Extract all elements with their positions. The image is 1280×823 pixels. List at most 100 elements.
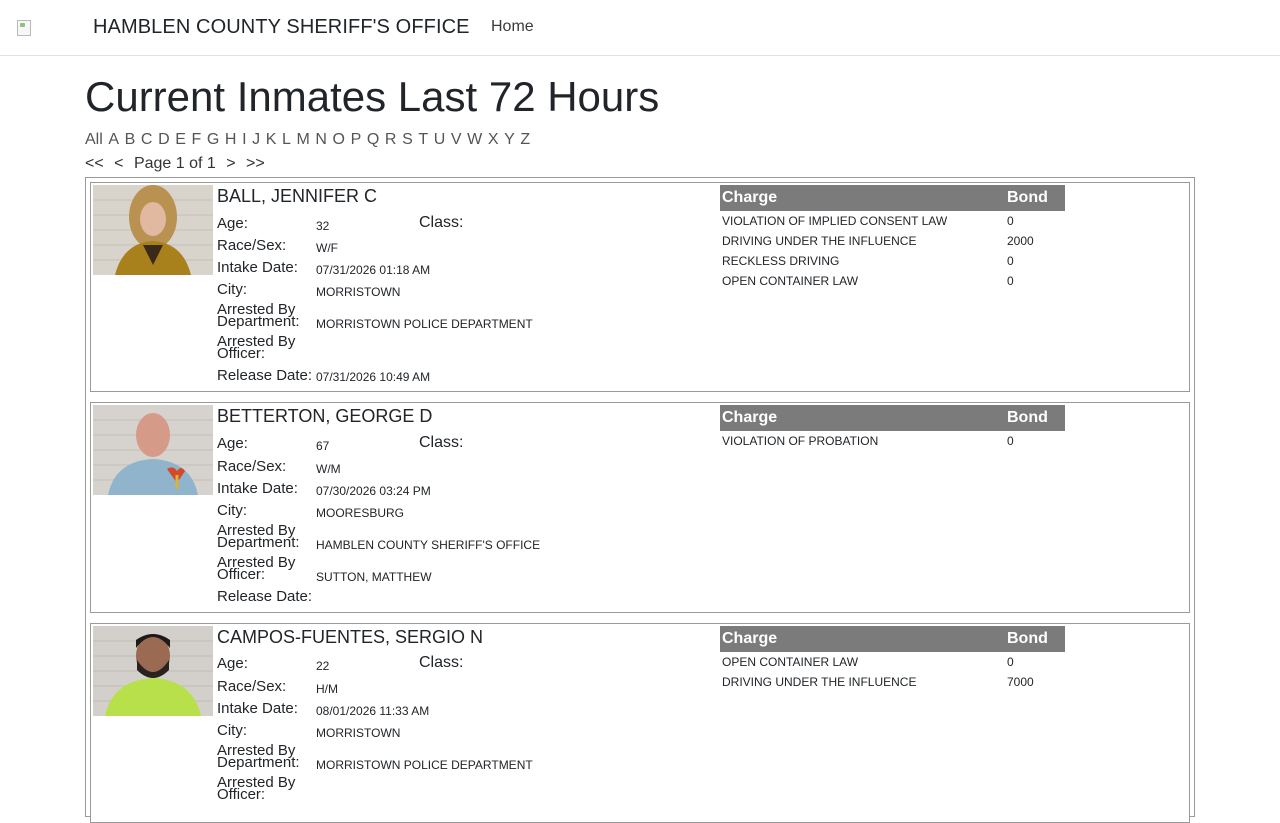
age-label: Age: [217, 435, 248, 452]
city-label: City: [217, 502, 247, 519]
inmate-mugshot-photo[interactable] [93, 185, 213, 275]
letter-filter: All A B C D E F G H I J K L M N O P Q R S T U V W X Y Z [85, 131, 536, 151]
charges-table: Charge Bond OPEN CONTAINER LAW 0 DRIVING… [720, 626, 1065, 692]
letter-filter-t[interactable]: T [418, 131, 428, 148]
inmate-name[interactable]: BETTERTON, GEORGE D [217, 406, 432, 427]
intake-date-value: 07/31/2026 01:18 AM [316, 263, 431, 277]
race-sex-value: H/M [316, 682, 338, 696]
charge-text: DRIVING UNDER THE INFLUENCE [722, 234, 917, 248]
broken-logo-image-icon[interactable] [17, 20, 31, 36]
letter-filter-e[interactable]: E [175, 131, 186, 148]
charge-row: DRIVING UNDER THE INFLUENCE 7000 [720, 672, 1065, 692]
bond-column-header: Bond [1007, 409, 1048, 426]
letter-filter-v[interactable]: V [451, 131, 462, 148]
intake-date-value: 07/30/2026 03:24 PM [316, 484, 431, 498]
pager: << < Page 1 of 1 > >> [85, 155, 271, 173]
release-date-value: 07/31/2026 10:49 AM [316, 370, 431, 384]
department-label: Department: [217, 313, 300, 330]
inmate-mugshot-photo[interactable] [93, 405, 213, 495]
pager-first-link[interactable]: << [85, 155, 104, 172]
intake-date-label: Intake Date: [217, 259, 298, 276]
charge-row: VIOLATION OF PROBATION 0 [720, 431, 1065, 451]
inmate-name[interactable]: BALL, JENNIFER C [217, 186, 377, 207]
letter-filter-i[interactable]: I [242, 131, 246, 148]
race-sex-label: Race/Sex: [217, 458, 287, 475]
nav-home-link[interactable]: Home [491, 18, 534, 36]
bond-column-header: Bond [1007, 189, 1048, 206]
inmate-list: BALL, JENNIFER C Age: 32 Class: Race/Sex… [85, 177, 1195, 823]
letter-filter-m[interactable]: M [296, 131, 309, 148]
bond-amount: 0 [1007, 214, 1014, 228]
intake-date-label: Intake Date: [217, 700, 298, 717]
race-sex-value: W/M [316, 462, 341, 476]
letter-filter-j[interactable]: J [252, 131, 260, 148]
charge-text: RECKLESS DRIVING [722, 254, 840, 268]
race-sex-value: W/F [316, 241, 338, 255]
city-value: MORRISTOWN [316, 726, 401, 740]
letter-filter-r[interactable]: R [385, 131, 397, 148]
bond-amount: 7000 [1007, 675, 1034, 689]
age-value: 67 [316, 439, 330, 453]
release-date-label: Release Date: [217, 588, 313, 605]
class-label: Class: [419, 434, 464, 451]
charge-row: OPEN CONTAINER LAW 0 [720, 652, 1065, 672]
letter-filter-w[interactable]: W [467, 131, 482, 148]
letter-filter-o[interactable]: O [333, 131, 345, 148]
department-label: Department: [217, 754, 300, 771]
charge-text: DRIVING UNDER THE INFLUENCE [722, 675, 917, 689]
letter-filter-l[interactable]: L [282, 131, 291, 148]
charge-row: RECKLESS DRIVING 0 [720, 251, 1065, 271]
letter-filter-c[interactable]: C [141, 131, 153, 148]
class-label: Class: [419, 214, 464, 231]
letter-filter-b[interactable]: B [125, 131, 136, 148]
department-label: Department: [217, 534, 300, 551]
letter-filter-s[interactable]: S [402, 131, 413, 148]
pager-next-link[interactable]: > [226, 155, 235, 172]
bond-amount: 0 [1007, 434, 1014, 448]
charge-text: VIOLATION OF IMPLIED CONSENT LAW [722, 214, 948, 228]
top-navbar: HAMBLEN COUNTY SHERIFF'S OFFICE Home [0, 0, 1280, 56]
charges-header: Charge Bond [720, 185, 1065, 211]
letter-filter-q[interactable]: Q [367, 131, 379, 148]
charges-header: Charge Bond [720, 626, 1065, 652]
city-label: City: [217, 722, 247, 739]
inmate-mugshot-photo[interactable] [93, 626, 213, 716]
city-value: MORRISTOWN [316, 285, 401, 299]
race-sex-label: Race/Sex: [217, 237, 287, 254]
bond-column-header: Bond [1007, 630, 1048, 647]
letter-filter-all[interactable]: All [85, 131, 103, 148]
department-value: HAMBLEN COUNTY SHERIFF'S OFFICE [316, 538, 541, 552]
charge-row: DRIVING UNDER THE INFLUENCE 2000 [720, 231, 1065, 251]
charges-table: Charge Bond VIOLATION OF IMPLIED CONSENT… [720, 185, 1065, 291]
letter-filter-z[interactable]: Z [520, 131, 530, 148]
letter-filter-a[interactable]: A [108, 131, 119, 148]
letter-filter-f[interactable]: F [191, 131, 201, 148]
pager-prev-link[interactable]: < [114, 155, 123, 172]
inmate-card: BETTERTON, GEORGE D Age: 67 Class: Race/… [90, 402, 1190, 613]
age-label: Age: [217, 655, 248, 672]
department-value: MORRISTOWN POLICE DEPARTMENT [316, 758, 533, 772]
letter-filter-n[interactable]: N [315, 131, 327, 148]
officer-label: Officer: [217, 345, 266, 362]
letter-filter-p[interactable]: P [351, 131, 362, 148]
pager-status: Page 1 of 1 [133, 155, 216, 172]
letter-filter-u[interactable]: U [434, 131, 446, 148]
letter-filter-y[interactable]: Y [504, 131, 515, 148]
bond-amount: 0 [1007, 274, 1014, 288]
age-value: 32 [316, 219, 330, 233]
inmate-name[interactable]: CAMPOS-FUENTES, SERGIO N [217, 627, 483, 648]
site-brand-link[interactable]: HAMBLEN COUNTY SHERIFF'S OFFICE [93, 16, 470, 39]
charge-column-header: Charge [722, 409, 778, 426]
department-value: MORRISTOWN POLICE DEPARTMENT [316, 317, 533, 331]
letter-filter-h[interactable]: H [225, 131, 237, 148]
city-value: MOORESBURG [316, 506, 405, 520]
city-label: City: [217, 281, 247, 298]
letter-filter-x[interactable]: X [488, 131, 499, 148]
inmate-card: BALL, JENNIFER C Age: 32 Class: Race/Sex… [90, 182, 1190, 392]
letter-filter-d[interactable]: D [158, 131, 170, 148]
letter-filter-k[interactable]: K [266, 131, 277, 148]
officer-value: SUTTON, MATTHEW [316, 570, 432, 584]
letter-filter-g[interactable]: G [207, 131, 219, 148]
bond-amount: 0 [1007, 655, 1014, 669]
pager-last-link[interactable]: >> [246, 155, 265, 172]
